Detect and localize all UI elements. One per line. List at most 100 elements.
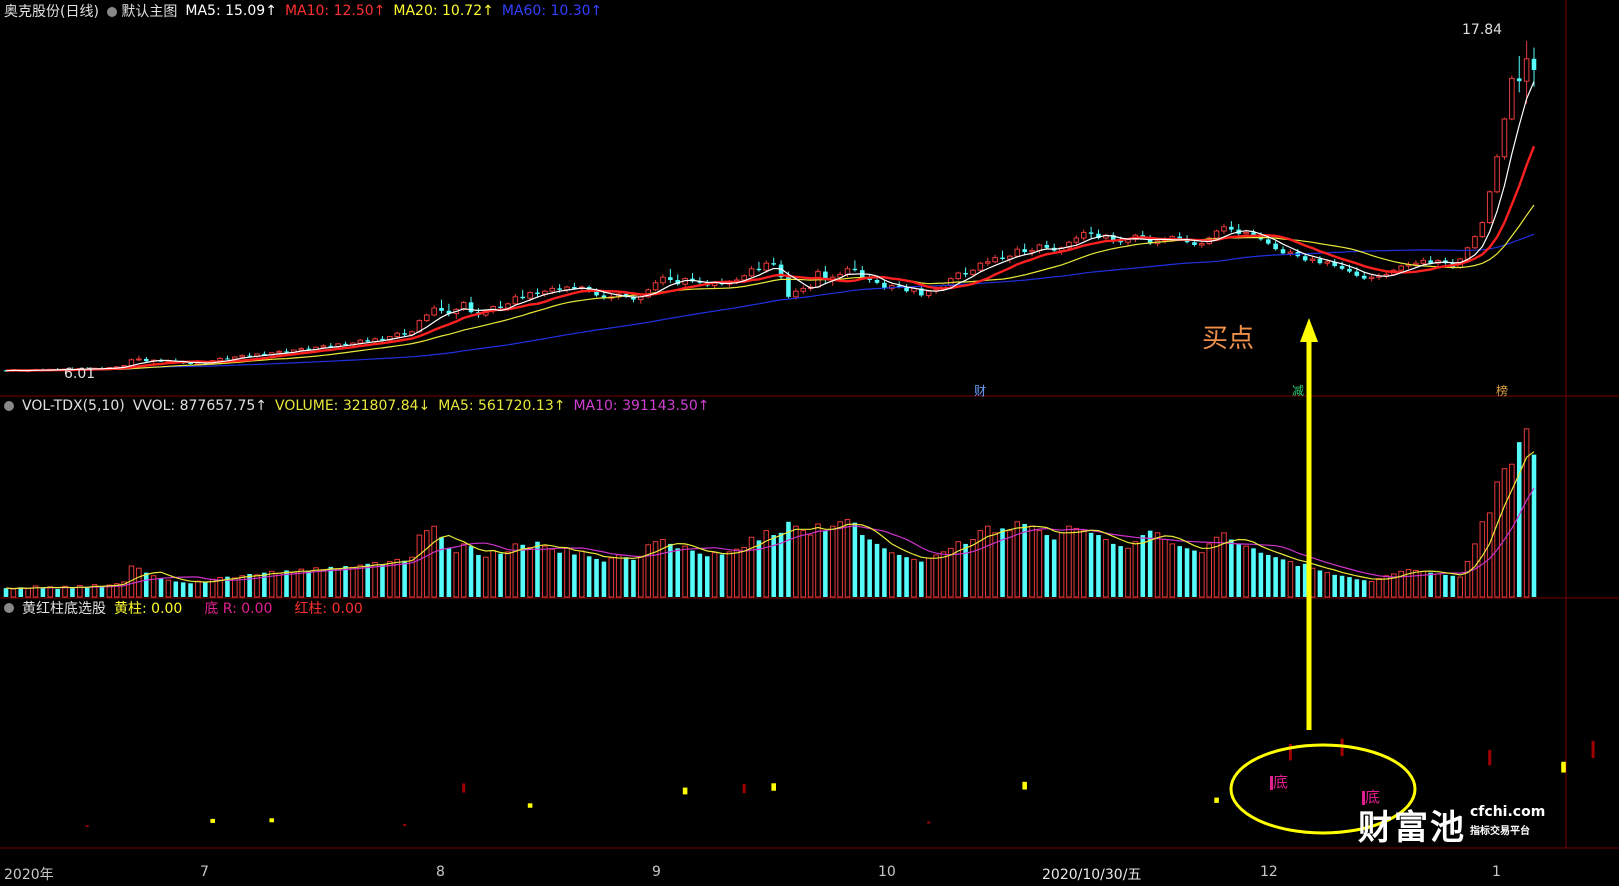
candle-body-down [225,358,230,360]
event-mark-finance[interactable]: 财 [974,382,986,399]
volume-bar-up [165,579,172,598]
candle-body-down [1280,249,1286,254]
ma20-label: MA20: 10.72↑ [393,3,494,19]
volume-bar-down [1051,539,1057,597]
candle-body-up [660,276,666,284]
indicator-name[interactable]: 黄红柱底选股 [22,598,106,618]
volume-bar-up [1066,525,1072,598]
volume-bar-up [829,525,836,598]
volume-bar-up [387,561,393,598]
candle-body-up [1287,251,1294,254]
candle-body-down [1354,271,1360,276]
ma5-label: MA5: 15.09↑ [185,3,277,19]
volume-bar-down [1443,574,1448,597]
volume-bar-up [276,572,282,598]
volume-bar-up [483,556,489,598]
volume-bar-up [1154,532,1161,598]
volume-dropdown-icon[interactable] [4,401,14,411]
volume-bar-up [1125,547,1131,598]
volume-bar-down [203,581,208,597]
volume-bar-down [704,556,710,597]
candle-body-up [1420,259,1427,264]
candle-body-down [468,302,474,313]
indicator-yellow-bar [682,787,688,795]
candle-body-up [1324,261,1331,264]
volume-bar-down [697,553,703,597]
volume-bar-down [468,546,474,597]
volume-bar-down [896,554,902,597]
candle-body-up [1309,258,1316,261]
indicator-dropdown-icon[interactable] [4,603,14,613]
candle-body-down [439,308,444,311]
volume-bar-up [1523,428,1530,598]
volume-bar-down [84,587,90,597]
event-mark-reduce[interactable]: 减 [1292,382,1304,399]
candle-body-up [1398,265,1404,271]
candle-body-up [1368,276,1375,280]
volume-bar-up [1287,561,1294,598]
indicator-panel [85,738,1595,828]
volume-bar-up [1486,512,1493,598]
volume-bar-down [535,541,540,597]
volume-bar-down [143,572,149,597]
volume-bar-down [262,572,267,597]
volume-bar-down [882,548,887,597]
volume-bar-down [40,587,46,597]
volume-bar-down [557,552,562,597]
indicator-red-bar [742,784,746,794]
volume-bar-down [594,558,599,597]
candle-body-up [320,345,327,348]
event-mark-list[interactable]: 榜 [1496,382,1508,399]
candle-body-up [1221,226,1227,232]
candle-body-up [955,272,962,280]
volume-bar-down [859,535,865,597]
x-label-dec: 12 [1260,864,1278,880]
candle-body-up [549,287,556,292]
candle-body-up [1029,250,1035,253]
volume-bar-down [601,561,607,597]
volume-bar-up [357,564,364,598]
candle-body-up [423,314,430,322]
volume-bar-up [1243,545,1249,598]
x-label-sep: 9 [652,864,661,880]
watermark-logo: 财富池 cfchi.com 指标交易平台 [1358,800,1545,849]
volume-bar-down [1229,539,1234,597]
volume-bar-down [1332,574,1337,597]
indicator-yellow-bar [1561,761,1566,773]
vvol-label: VVOL: 877657.75↑ [132,398,268,414]
volume-bar-up [542,545,548,598]
ma5-line [5,81,1535,372]
candle-body-down [1192,242,1197,245]
x-label-jul: 7 [200,864,209,880]
vol-indicator-name[interactable]: VOL-TDX(5,10) [22,398,125,414]
panel-separators [0,0,1619,849]
volume-bar-down [1251,548,1256,597]
stock-name[interactable]: 奥克股份(日线) [4,1,99,21]
volume-bar-up [1435,573,1441,598]
volume-bar-down [1110,543,1116,597]
volume-bar-up [335,568,341,598]
candle-body-down [402,333,407,335]
template-name[interactable]: 默认主图 [106,1,177,21]
indicator-red-bar [85,825,89,828]
candle-body-down [1516,78,1522,82]
volume-bar-up [1162,538,1168,598]
volume-bar-down [520,544,526,597]
volume-bar-down [572,554,577,597]
volume-bar-up [505,551,511,598]
candle-body-up [984,261,991,264]
volume-bar-down [1192,550,1197,597]
candle-body-down [874,280,880,283]
buy-arrow-head [1300,318,1318,342]
high-price-label: 17.84 [1462,22,1503,38]
volume-header: VOL-TDX(5,10) VVOL: 877657.75↑ VOLUME: 3… [4,396,710,416]
candle-body-up [1413,262,1419,266]
candle-body-up [232,356,238,360]
volume-bar-down [188,583,193,597]
x-label-cursor-date: 2020/10/30/五 [1042,867,1142,883]
volume-bar-up [25,588,31,598]
candle-body-down [365,340,370,342]
volume-bar-down [173,581,179,597]
volume-bar-down [1177,546,1182,597]
volume-bar-up [711,552,718,598]
